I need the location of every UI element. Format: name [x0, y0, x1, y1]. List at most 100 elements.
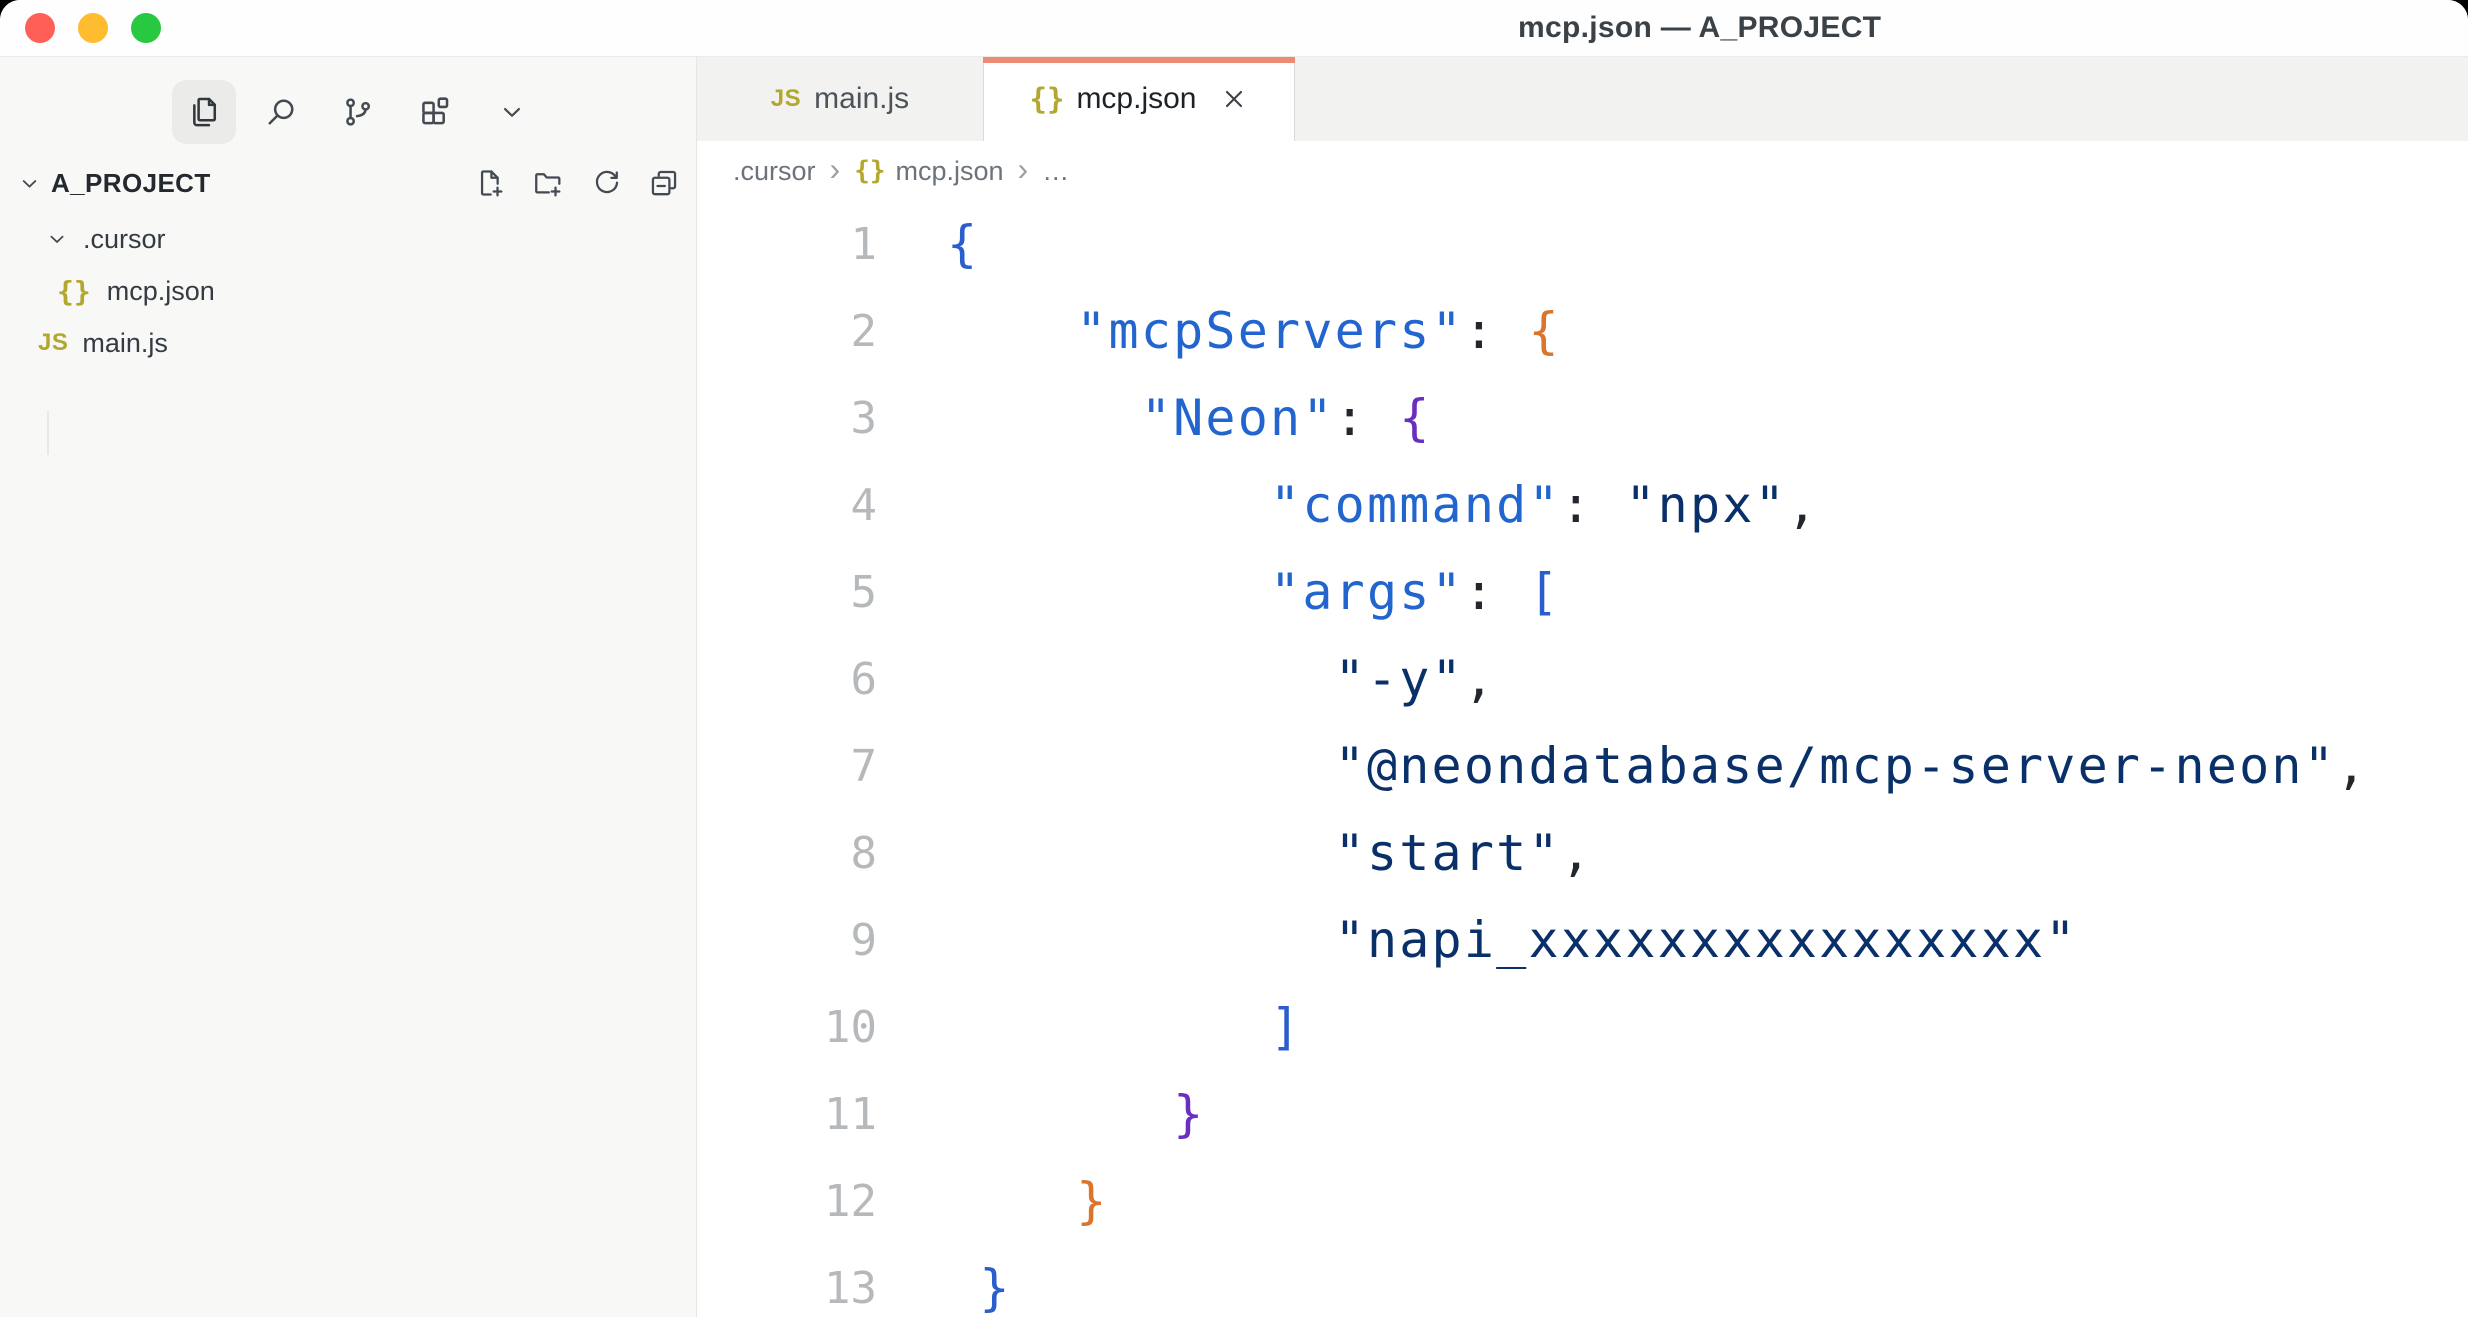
line-number: 10 — [697, 984, 877, 1071]
code-token-punc: , — [1787, 476, 1819, 534]
line-number: 12 — [697, 1158, 877, 1245]
code-whitespace — [947, 824, 1335, 882]
code-whitespace — [947, 998, 1270, 1056]
line-number: 3 — [697, 375, 877, 462]
collapse-all-icon — [647, 166, 681, 200]
code-whitespace — [947, 563, 1270, 621]
code-token-val: "@neondatabase/mcp-server-neon" — [1335, 737, 2336, 795]
code-token-val: "-y" — [1335, 650, 1464, 708]
tab-main-js[interactable]: JSmain.js — [697, 57, 983, 141]
activity-more-button[interactable] — [480, 80, 544, 144]
breadcrumb-item--[interactable]: … — [1042, 156, 1069, 187]
refresh-explorer-button[interactable] — [588, 165, 624, 201]
code-token-key: "Neon" — [1141, 389, 1335, 447]
code-line[interactable]: } — [947, 1071, 2368, 1158]
code-token-punc: , — [2336, 737, 2368, 795]
line-number: 5 — [697, 549, 877, 636]
code-token-b1: [ — [1528, 563, 1560, 621]
window-controls — [25, 13, 161, 43]
code-token-punc: : — [1335, 389, 1400, 447]
source-control-icon — [339, 93, 377, 131]
tree-item-mcp-json[interactable]: {}mcp.json — [0, 265, 696, 317]
breadcrumb-item-mcp-json[interactable]: {} mcp.json — [854, 156, 1003, 187]
code-whitespace — [947, 737, 1335, 795]
editor[interactable]: 12345678910111213 { "mcpServers": { "Neo… — [697, 201, 2468, 1317]
tab-mcp-json[interactable]: {} mcp.json — [983, 57, 1295, 141]
code-token-punc: : — [1464, 563, 1529, 621]
code-token-punc: , — [1561, 824, 1593, 882]
js-icon: JS — [771, 85, 801, 113]
code-line[interactable]: "napi_xxxxxxxxxxxxxxxx" — [947, 897, 2368, 984]
zoom-window-button[interactable] — [131, 13, 161, 43]
code-token-punc: : — [1464, 302, 1529, 360]
tree-item-label: main.js — [82, 328, 168, 359]
section-chevron-down-icon — [16, 170, 43, 197]
breadcrumb-item-cursor[interactable]: .cursor — [733, 156, 816, 187]
line-number: 1 — [697, 201, 877, 288]
activity-source-control-button[interactable] — [326, 80, 390, 144]
code-token-b1: ] — [1270, 998, 1302, 1056]
code-line[interactable]: "command": "npx", — [947, 462, 2368, 549]
code-line[interactable]: "mcpServers": { — [947, 288, 2368, 375]
breadcrumb-label: mcp.json — [896, 156, 1004, 187]
json-braces-icon: {} — [57, 275, 91, 308]
code-token-val: "npx" — [1625, 476, 1787, 534]
titlebar: mcp.json — A_PROJECT — [0, 0, 2468, 57]
new-folder-button[interactable] — [530, 165, 566, 201]
chevron-right-icon: › — [830, 153, 841, 185]
code-line[interactable]: ] — [947, 984, 2368, 1071]
breadcrumb-label: … — [1042, 156, 1069, 187]
search-icon — [262, 93, 300, 131]
new-folder-icon — [531, 166, 565, 200]
line-number-gutter: 12345678910111213 — [697, 201, 877, 1317]
code-line[interactable]: } — [947, 1158, 2368, 1245]
activity-extensions-button[interactable] — [403, 80, 467, 144]
explorer-section-header[interactable]: A_PROJECT — [0, 153, 696, 213]
line-number: 4 — [697, 462, 877, 549]
json-braces-icon: {} — [1030, 82, 1065, 116]
code-whitespace — [947, 911, 1335, 969]
activity-explorer-button[interactable] — [172, 80, 236, 144]
chevron-right-icon: › — [1018, 153, 1029, 185]
code-line[interactable]: } — [947, 1245, 2368, 1317]
code-lines: { "mcpServers": { "Neon": { "command": "… — [947, 201, 2368, 1317]
line-number: 11 — [697, 1071, 877, 1158]
json-braces-icon: {} — [854, 156, 885, 186]
code-line[interactable]: "@neondatabase/mcp-server-neon", — [947, 723, 2368, 810]
tree-indent-guide — [47, 411, 49, 455]
code-line[interactable]: { — [947, 201, 2368, 288]
code-line[interactable]: "Neon": { — [947, 375, 2368, 462]
code-token-b2: { — [1528, 302, 1560, 360]
chevron-down-icon — [44, 226, 70, 252]
code-whitespace — [947, 1259, 979, 1317]
code-line[interactable]: "start", — [947, 810, 2368, 897]
close-window-button[interactable] — [25, 13, 55, 43]
line-number: 6 — [697, 636, 877, 723]
close-tab-button[interactable] — [1220, 85, 1248, 113]
tree-item-main-js[interactable]: JSmain.js — [0, 317, 696, 369]
code-line[interactable]: "args": [ — [947, 549, 2368, 636]
activity-search-button[interactable] — [249, 80, 313, 144]
collapse-folders-button[interactable] — [646, 165, 682, 201]
refresh-icon — [589, 166, 623, 200]
new-file-button[interactable] — [472, 165, 508, 201]
explorer-section-title: A_PROJECT — [51, 168, 211, 199]
tree-item-cursor[interactable]: .cursor — [0, 213, 696, 265]
code-token-val: "start" — [1335, 824, 1561, 882]
sidebar: A_PROJECT .cursor{}mcp.jsonJSmain.js — [0, 57, 697, 1317]
activity-bar — [0, 71, 696, 153]
code-whitespace — [947, 650, 1335, 708]
code-token-b3: { — [1399, 389, 1431, 447]
file-tree: .cursor{}mcp.jsonJSmain.js — [0, 213, 696, 369]
line-number: 8 — [697, 810, 877, 897]
breadcrumb-label: .cursor — [733, 156, 816, 187]
code-token-key: "args" — [1270, 563, 1464, 621]
line-number: 7 — [697, 723, 877, 810]
code-whitespace — [947, 476, 1270, 534]
tab-label: mcp.json — [1076, 82, 1196, 116]
minimize-window-button[interactable] — [78, 13, 108, 43]
code-token-val: "napi_xxxxxxxxxxxxxxxx" — [1335, 911, 2078, 969]
code-line[interactable]: "-y", — [947, 636, 2368, 723]
code-token-b3: } — [1173, 1085, 1205, 1143]
tab-bar: JSmain.js {} mcp.json — [697, 57, 2468, 141]
